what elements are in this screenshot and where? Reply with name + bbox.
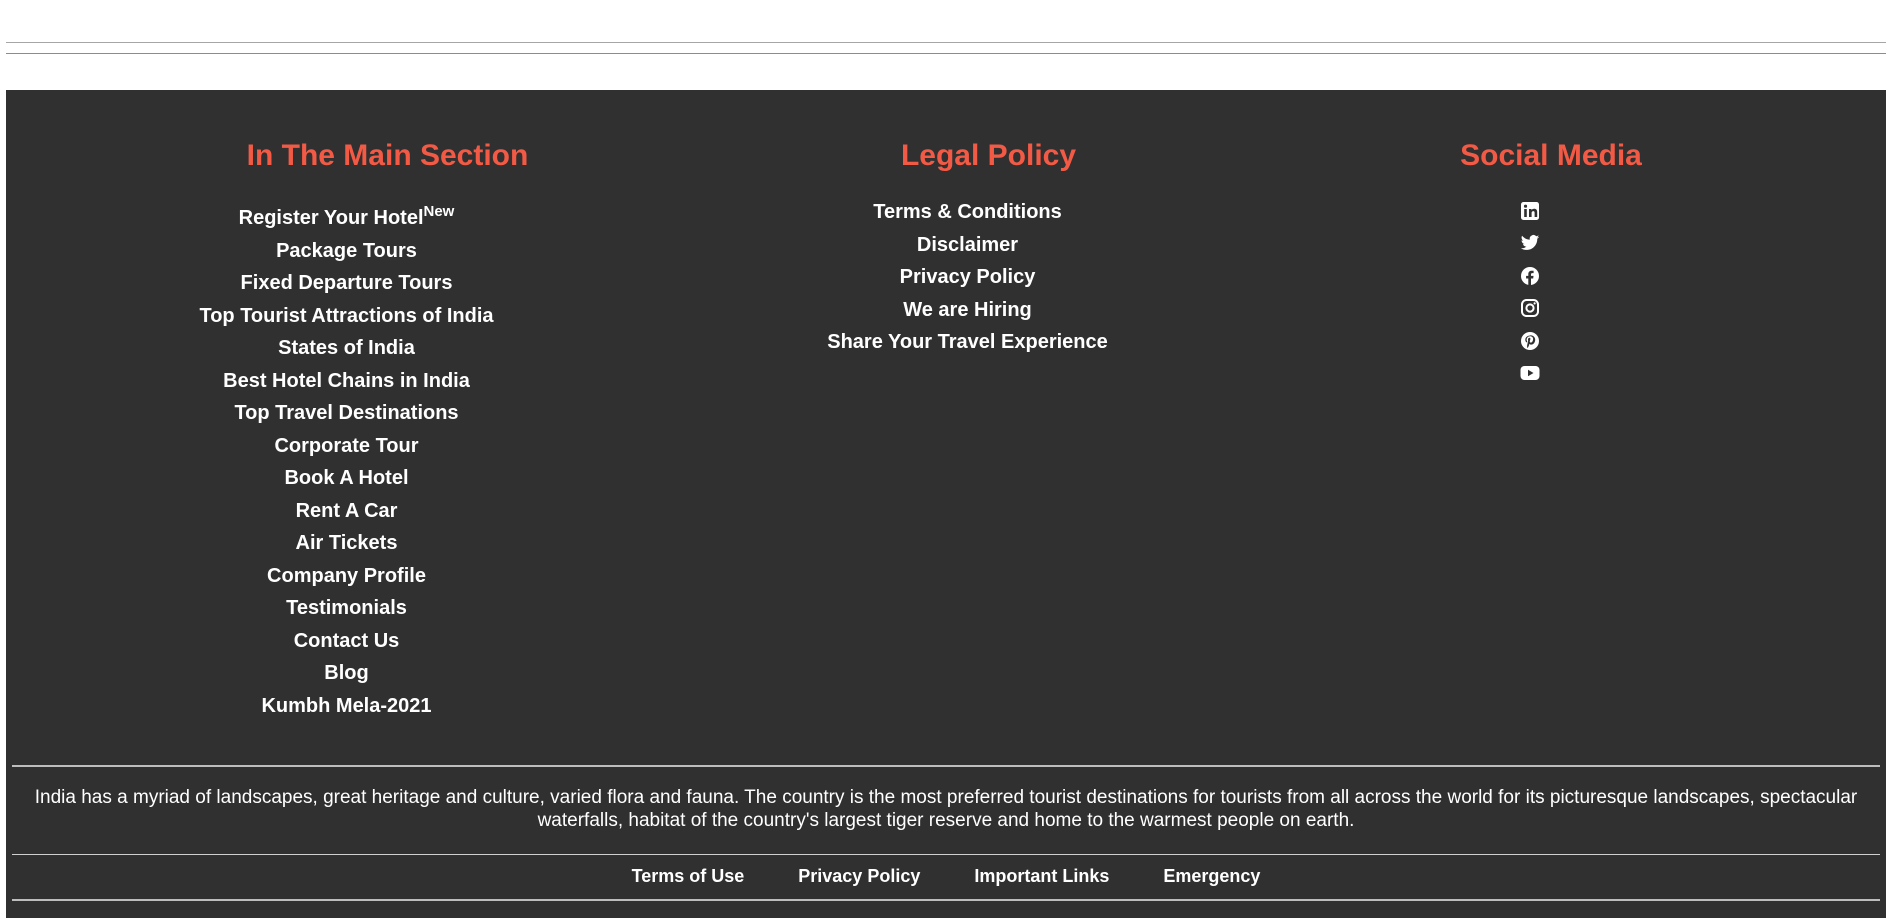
legal-policy-heading: Legal Policy [900, 139, 1077, 172]
footer-link-testimonials[interactable]: Testimonials [0, 592, 724, 625]
bottom-nav-terms-of-use[interactable]: Terms of Use [632, 864, 745, 888]
footer-link-company-profile[interactable]: Company Profile [0, 560, 724, 593]
footer-link-label: Terms & Conditions [873, 201, 1062, 223]
social-link-youtube[interactable] [1195, 359, 1865, 392]
footer-link-package-tours[interactable]: Package Tours [0, 235, 724, 268]
social-media-heading: Social Media [1460, 139, 1642, 172]
footer-link-air-tickets[interactable]: Air Tickets [0, 527, 724, 560]
footer-link-label: Share Your Travel Experience [827, 331, 1108, 353]
footer-link-disclaimer[interactable]: Disclaimer [740, 229, 1195, 262]
footer-link-contact-us[interactable]: Contact Us [0, 625, 724, 658]
footer-link-terms-conditions[interactable]: Terms & Conditions [740, 196, 1195, 229]
main-section-links: Register Your HotelNew Package Tours Fix… [0, 202, 724, 722]
footer-link-label: Top Tourist Attractions of India [199, 304, 494, 327]
footer-link-states-of-india[interactable]: States of India [0, 332, 724, 365]
facebook-icon[interactable] [1520, 266, 1540, 286]
footer-link-kumbh-mela[interactable]: Kumbh Mela-2021 [0, 690, 724, 723]
footer-link-label: Top Travel Destinations [234, 402, 459, 424]
footer-link-label: Disclaimer [916, 233, 1019, 256]
footer-link-register-hotel[interactable]: Register Your HotelNew [0, 202, 724, 235]
footer-link-label: Register Your Hotel [238, 207, 424, 229]
footer-link-blog[interactable]: Blog [0, 657, 724, 690]
footer-link-label: Testimonials [286, 597, 407, 619]
footer-link-label: We are Hiring [903, 298, 1032, 321]
footer-link-we-are-hiring[interactable]: We are Hiring [740, 294, 1195, 327]
footer-link-share-travel-experience[interactable]: Share Your Travel Experience [740, 326, 1195, 359]
main-section-heading: In The Main Section [246, 139, 529, 172]
footer-link-privacy-policy[interactable]: Privacy Policy [740, 261, 1195, 294]
bottom-nav-privacy-policy[interactable]: Privacy Policy [798, 864, 920, 888]
new-badge: New [423, 203, 455, 220]
footer-link-rent-a-car[interactable]: Rent A Car [0, 495, 724, 528]
bottom-nav: Terms of Use Privacy Policy Important Li… [6, 864, 1886, 888]
social-link-linkedin[interactable] [1195, 196, 1865, 229]
footer-link-label: Contact Us [293, 629, 400, 652]
footer-link-corporate-tour[interactable]: Corporate Tour [0, 430, 724, 463]
top-divider [6, 42, 1886, 43]
footer-link-label: States of India [278, 337, 415, 359]
twitter-icon[interactable] [1520, 233, 1540, 253]
footer-link-top-travel-destinations[interactable]: Top Travel Destinations [0, 397, 724, 430]
footer-divider [12, 899, 1880, 901]
footer-link-fixed-departure-tours[interactable]: Fixed Departure Tours [0, 267, 724, 300]
site-footer: In The Main Section Register Your HotelN… [6, 90, 1886, 918]
social-link-instagram[interactable] [1195, 294, 1865, 327]
footer-link-best-hotel-chains[interactable]: Best Hotel Chains in India [0, 365, 724, 398]
footer-link-label: Package Tours [276, 239, 417, 262]
footer-link-top-tourist-attractions[interactable]: Top Tourist Attractions of India [0, 300, 724, 333]
footer-link-label: Kumbh Mela-2021 [261, 694, 432, 717]
footer-link-label: Corporate Tour [274, 434, 419, 457]
footer-link-label: Rent A Car [295, 499, 398, 522]
footer-link-label: Air Tickets [295, 532, 398, 554]
top-divider-secondary [6, 53, 1886, 54]
footer-link-label: Privacy Policy [899, 266, 1036, 288]
bottom-nav-important-links[interactable]: Important Links [974, 864, 1109, 888]
social-link-twitter[interactable] [1195, 229, 1865, 262]
social-link-facebook[interactable] [1195, 261, 1865, 294]
footer-link-label: Company Profile [267, 564, 426, 587]
instagram-icon[interactable] [1520, 298, 1540, 318]
footer-link-label: Best Hotel Chains in India [223, 369, 470, 392]
footer-divider [12, 765, 1880, 767]
about-india-text: India has a myriad of landscapes, great … [34, 787, 1858, 831]
social-link-pinterest[interactable] [1195, 326, 1865, 359]
social-media-links [1195, 196, 1865, 391]
footer-link-label: Blog [324, 662, 369, 684]
linkedin-icon[interactable] [1520, 201, 1540, 221]
youtube-icon[interactable] [1520, 363, 1540, 383]
bottom-nav-emergency[interactable]: Emergency [1163, 864, 1260, 888]
footer-link-label: Fixed Departure Tours [240, 272, 453, 294]
footer-divider [12, 854, 1880, 855]
footer-link-label: Book A Hotel [284, 467, 409, 489]
pinterest-icon[interactable] [1520, 331, 1540, 351]
footer-link-book-a-hotel[interactable]: Book A Hotel [0, 462, 724, 495]
legal-policy-links: Terms & Conditions Disclaimer Privacy Po… [740, 196, 1195, 359]
